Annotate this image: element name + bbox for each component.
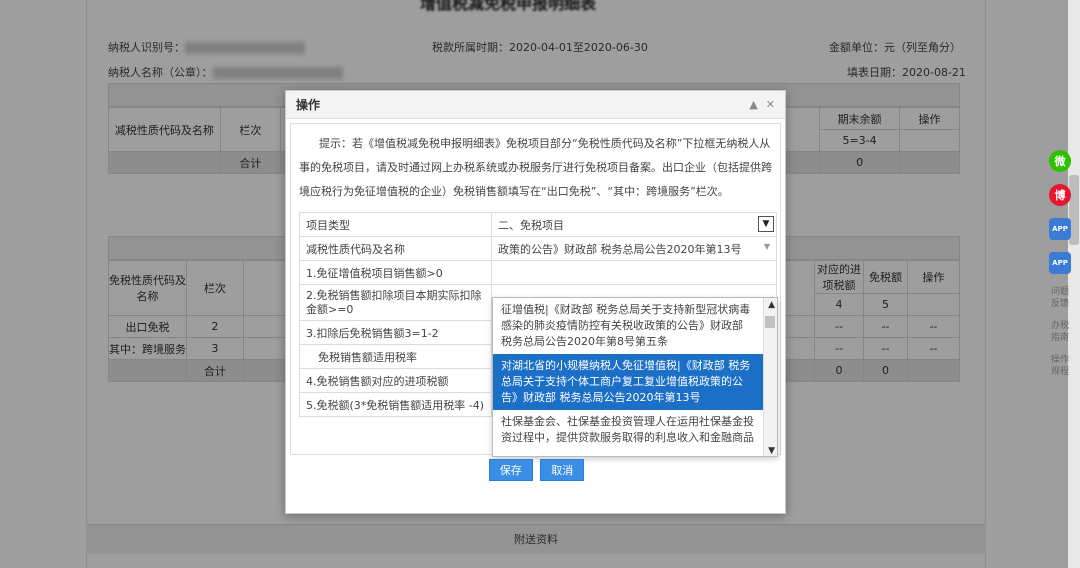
field-label: 5.免税额(3*免税销售额适用税率 -4) (299, 392, 492, 417)
dialog-body: 提示：若《增值税减免税申报明细表》免税项目部分“免税性质代码及名称”下拉框无纳税… (290, 123, 781, 457)
field-label: 3.扣除后免税销售额3=1-2 (299, 320, 492, 345)
wechat-icon[interactable]: 微 (1049, 150, 1071, 172)
dropdown-scroll-thumb[interactable] (765, 316, 775, 328)
operation-dialog: 操作 ▲ ✕ 提示：若《增值税减免税申报明细表》免税项目部分“免税性质代码及名称… (285, 90, 786, 514)
feedback-link[interactable]: 问题反馈 (1048, 286, 1072, 310)
dropdown-option[interactable]: 征增值税|《财政部 税务总局关于支持新型冠状病毒感染的肺炎疫情防控有关税收政策的… (493, 298, 777, 354)
save-button[interactable]: 保存 (488, 459, 533, 481)
chevron-down-icon[interactable]: ▼ (764, 242, 770, 251)
tax-guide-link[interactable]: 办税指南 (1048, 320, 1072, 344)
close-icon[interactable]: ✕ (766, 98, 775, 111)
weibo-icon[interactable]: 博 (1049, 184, 1071, 206)
dialog-header: 操作 ▲ ✕ (286, 91, 785, 119)
cancel-button[interactable]: 取消 (540, 459, 585, 481)
field-label: 免税销售额适用税率 (299, 344, 492, 369)
exempt-code-dropdown[interactable]: 征增值税|《财政部 税务总局关于支持新型冠状病毒感染的肺炎疫情防控有关税收政策的… (492, 297, 778, 457)
scroll-up-icon[interactable]: ▲ (768, 300, 775, 310)
dropdown-scrollbar[interactable]: ▲ ▼ (763, 298, 777, 456)
field-label: 1.免征增值税项目销售额>0 (299, 260, 492, 285)
right-sidebar: 微 博 APP APP 问题反馈 办税指南 操作规程 (1040, 150, 1080, 388)
dialog-actions: 保存 取消 (286, 459, 787, 481)
field-label: 减税性质代码及名称 (299, 236, 492, 261)
minimize-icon[interactable]: ▲ (749, 98, 757, 111)
field-label: 项目类型 (299, 212, 492, 237)
chevron-down-icon[interactable]: ▼ (758, 216, 774, 232)
sales-input[interactable] (491, 260, 777, 285)
app-icon[interactable]: APP (1049, 218, 1071, 240)
operation-rules-link[interactable]: 操作规程 (1048, 354, 1072, 378)
field-label: 2.免税销售额扣除项目本期实际扣除金额>=0 (299, 284, 492, 321)
field-label: 4.免税销售额对应的进项税额 (299, 368, 492, 393)
scroll-down-icon[interactable]: ▼ (768, 446, 775, 456)
exempt-code-select[interactable]: 政策的公告》财政部 税务总局公告2020年第13号 ▼ (491, 236, 777, 261)
dropdown-option-selected[interactable]: 对湖北省的小规模纳税人免征增值税|《财政部 税务总局关于支持个体工商户复工复业增… (493, 354, 777, 410)
project-type-select[interactable]: 二、免税项目 ▼ (491, 212, 777, 237)
dropdown-option[interactable]: 社保基金会、社保基金投资管理人在运用社保基金投资过程中，提供贷款服务取得的利息收… (493, 410, 777, 450)
app-icon[interactable]: APP (1049, 252, 1071, 274)
hint-text: 提示：若《增值税减免税申报明细表》免税项目部分“免税性质代码及名称”下拉框无纳税… (299, 137, 772, 198)
dialog-title: 操作 (296, 98, 321, 112)
